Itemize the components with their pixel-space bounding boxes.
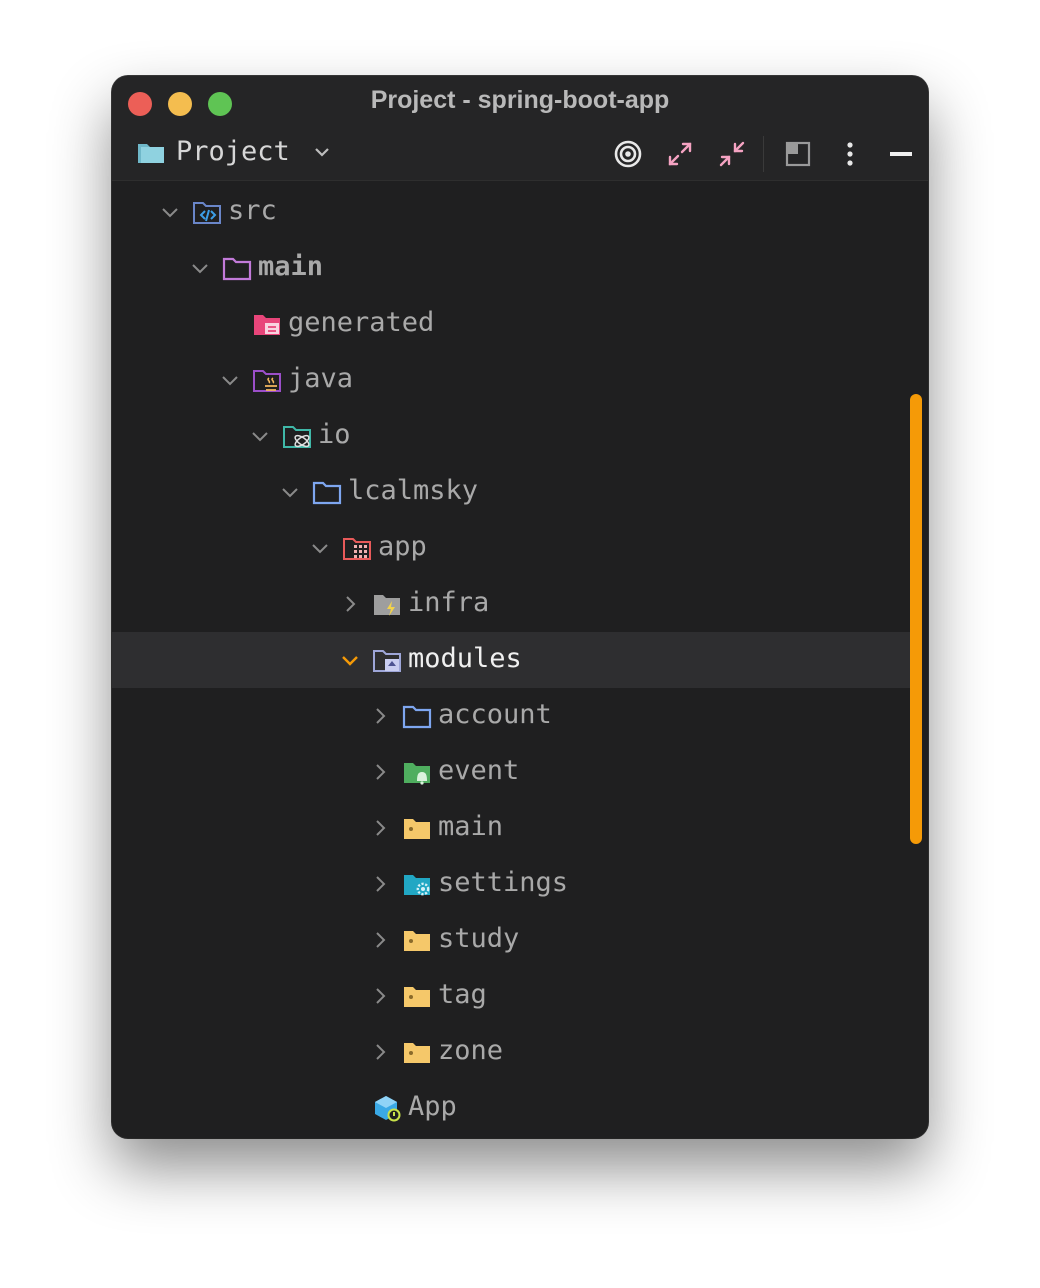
- tree-item-label: infra: [408, 587, 490, 618]
- modules-folder-icon: [373, 650, 401, 672]
- tree-row-account[interactable]: account: [112, 688, 910, 744]
- tree-row-src[interactable]: src: [112, 184, 910, 240]
- project-window: Project - spring-boot-app Project src ma…: [112, 76, 928, 1138]
- window-title: Project - spring-boot-app: [370, 86, 670, 114]
- tree-row-main[interactable]: main: [112, 240, 910, 296]
- tree-item-label: src: [228, 195, 277, 226]
- tree-row-settings[interactable]: settings: [112, 856, 910, 912]
- app-folder-icon: [343, 538, 371, 560]
- chevron-right-icon[interactable]: [370, 874, 390, 894]
- tree-item-label: study: [438, 923, 520, 954]
- chevron-down-icon[interactable]: [250, 426, 270, 446]
- project-folder-icon: [138, 144, 164, 163]
- folder-icon: [222, 257, 252, 281]
- tree-row-java[interactable]: java: [112, 352, 910, 408]
- java-folder-icon: [253, 370, 281, 392]
- yellow-folder-icon: [404, 1043, 430, 1063]
- chevron-down-icon[interactable]: [310, 538, 330, 558]
- chevron-right-icon[interactable]: [370, 930, 390, 950]
- tree-item-label: main: [438, 811, 504, 842]
- tree-row-study[interactable]: study: [112, 912, 910, 968]
- tree-item-label: event: [438, 755, 520, 786]
- chevron-down-icon[interactable]: [220, 370, 240, 390]
- project-tree: src main generated java io lcalmsky app …: [112, 184, 928, 1138]
- tree-item-label: zone: [438, 1035, 504, 1066]
- tree-item-label: main: [258, 251, 324, 282]
- package-folder-icon: [283, 426, 311, 448]
- tree-item-label: lcalmsky: [348, 475, 479, 506]
- yellow-folder-icon: [404, 987, 430, 1007]
- tree-row-zone[interactable]: zone: [112, 1024, 910, 1080]
- chevron-down-icon[interactable]: [312, 142, 332, 162]
- expand-all-icon[interactable]: [664, 138, 696, 170]
- locate-icon[interactable]: [612, 138, 644, 170]
- tree-item-label: App: [408, 1091, 457, 1122]
- tree-row-modules[interactable]: modules: [112, 632, 910, 688]
- project-view-selector[interactable]: Project: [176, 136, 290, 167]
- project-toolbar: Project: [112, 130, 928, 181]
- chevron-down-icon[interactable]: [190, 258, 210, 278]
- folder-icon: [312, 481, 342, 505]
- chevron-right-icon[interactable]: [340, 594, 360, 614]
- settings-folder-icon: [404, 875, 430, 896]
- tree-row-main-module[interactable]: main: [112, 800, 910, 856]
- yellow-folder-icon: [404, 819, 430, 839]
- tree-row-app[interactable]: app: [112, 520, 910, 576]
- tree-item-label: io: [318, 419, 351, 450]
- chevron-right-icon[interactable]: [370, 762, 390, 782]
- tree-item-label: modules: [408, 643, 522, 674]
- tree-row-tag[interactable]: tag: [112, 968, 910, 1024]
- tree-item-label: tag: [438, 979, 487, 1010]
- spring-app-class-icon: [375, 1096, 401, 1122]
- source-folder-icon: [193, 202, 221, 224]
- event-folder-icon: [404, 763, 430, 785]
- tree-row-io[interactable]: io: [112, 408, 910, 464]
- collapse-all-icon[interactable]: [716, 138, 748, 170]
- tree-row-lcalmsky[interactable]: lcalmsky: [112, 464, 910, 520]
- tree-item-label: account: [438, 699, 552, 730]
- vertical-scrollbar[interactable]: [910, 394, 922, 844]
- chevron-right-icon[interactable]: [370, 818, 390, 838]
- folder-icon: [402, 705, 432, 729]
- chevron-down-icon[interactable]: [340, 650, 360, 670]
- tree-row-app-class[interactable]: App: [112, 1080, 910, 1136]
- infra-folder-icon: [374, 595, 400, 616]
- tree-item-label: generated: [288, 307, 435, 338]
- layout-icon[interactable]: [782, 138, 814, 170]
- title-bar: Project - spring-boot-app: [112, 76, 928, 130]
- generated-folder-icon: [254, 315, 280, 335]
- chevron-right-icon[interactable]: [370, 1042, 390, 1062]
- minimize-icon[interactable]: [886, 138, 918, 170]
- tree-row-infra[interactable]: infra: [112, 576, 910, 632]
- chevron-down-icon[interactable]: [280, 482, 300, 502]
- chevron-down-icon[interactable]: [160, 202, 180, 222]
- tree-item-label: app: [378, 531, 427, 562]
- tree-item-label: java: [288, 363, 354, 394]
- tree-item-label: settings: [438, 867, 569, 898]
- yellow-folder-icon: [404, 931, 430, 951]
- chevron-right-icon[interactable]: [370, 986, 390, 1006]
- toolbar-divider: [763, 136, 764, 172]
- tree-row-generated[interactable]: generated: [112, 296, 910, 352]
- tree-row-event[interactable]: event: [112, 744, 910, 800]
- more-options-icon[interactable]: [834, 138, 866, 170]
- chevron-right-icon[interactable]: [370, 706, 390, 726]
